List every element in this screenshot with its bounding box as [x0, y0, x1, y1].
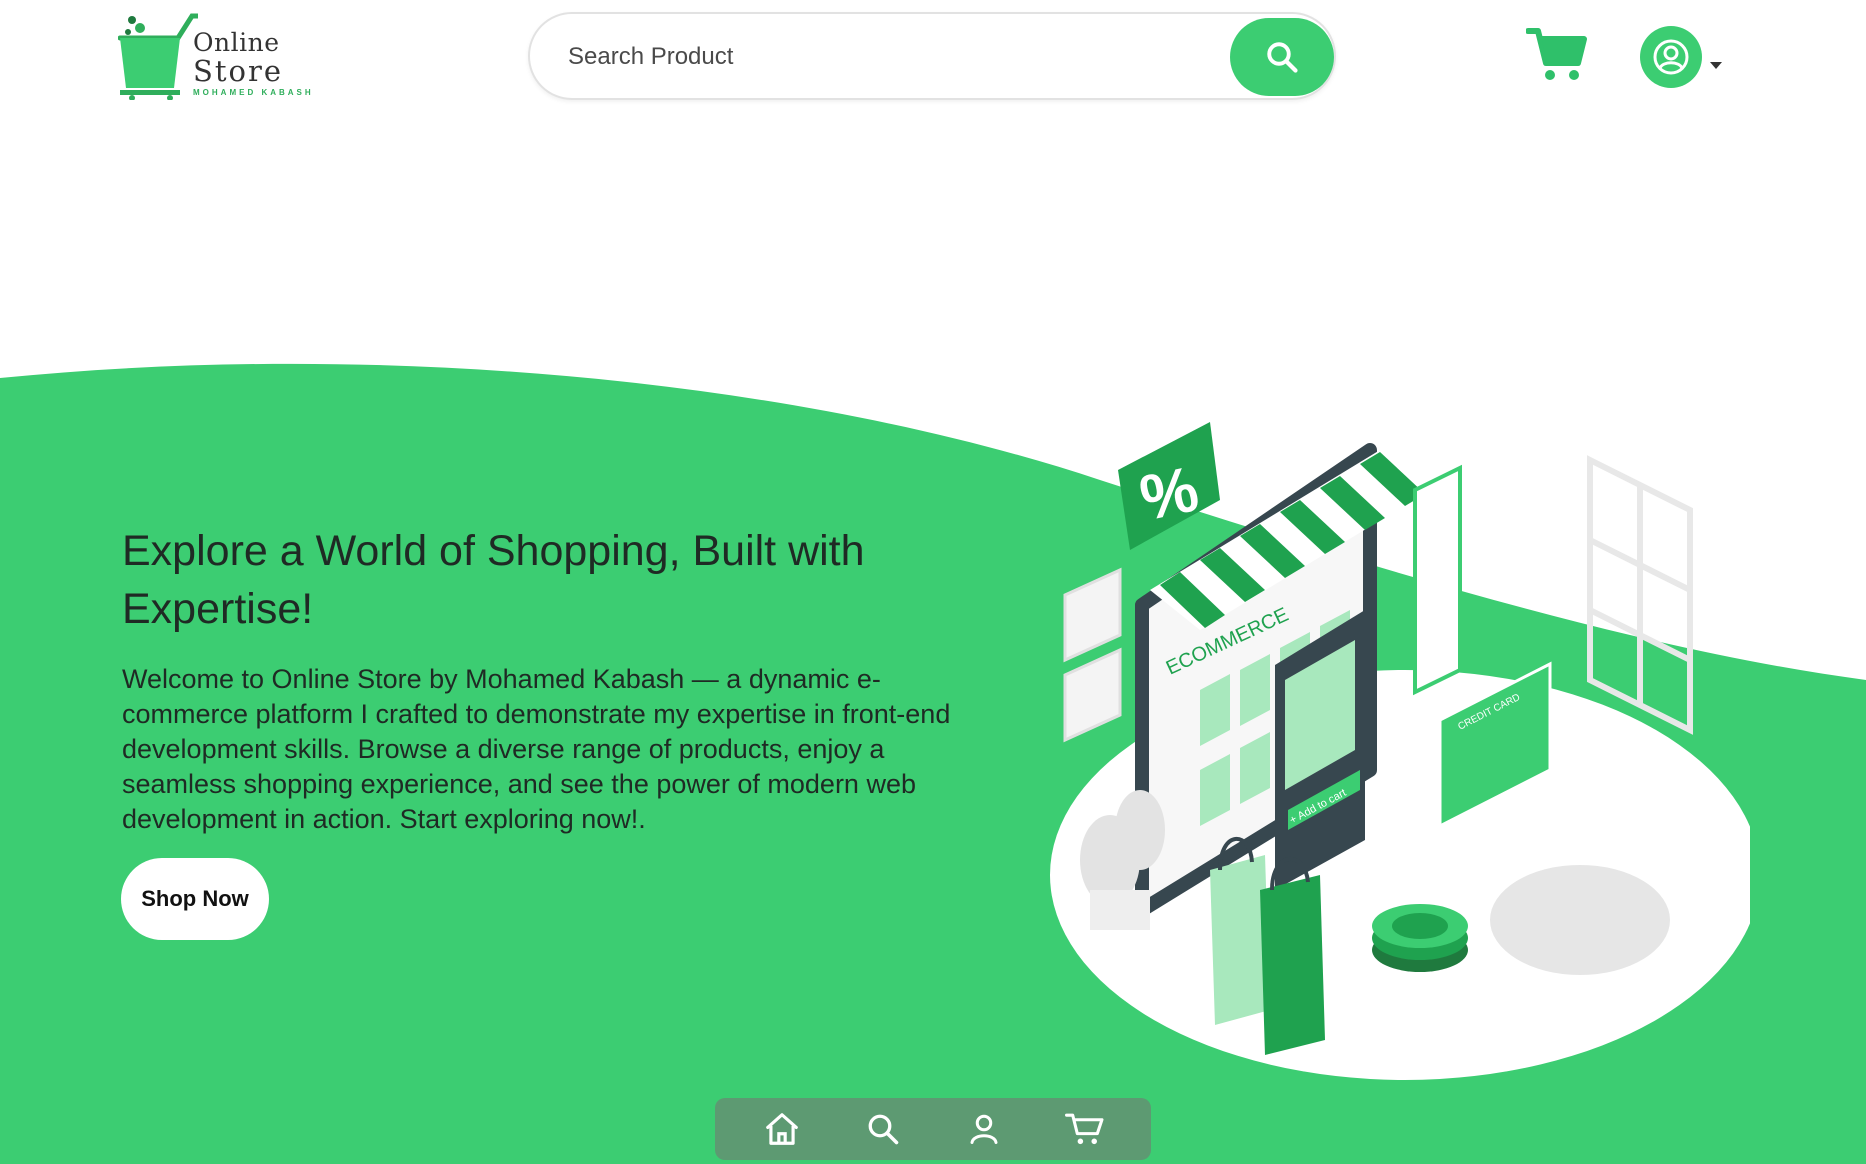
logo[interactable]: Online Store MOHAMED KABASH: [118, 10, 348, 105]
nav-profile[interactable]: [954, 1104, 1014, 1154]
search-icon: [1267, 42, 1298, 73]
user-circle-icon: [1640, 26, 1702, 88]
search-input[interactable]: [566, 36, 1210, 78]
hero-description: Welcome to Online Store by Mohamed Kabas…: [122, 664, 951, 834]
search-button[interactable]: [1230, 18, 1334, 96]
logo-text-store: Store: [193, 54, 284, 88]
ecommerce-illustration: % ECOMMERCE + Add to cart CREDIT CARD: [1050, 422, 1750, 1080]
hero-title: Explore a World of Shopping, Built with …: [122, 527, 865, 633]
search-bar: [528, 12, 1336, 100]
header-cart-button[interactable]: [1524, 24, 1590, 86]
bottom-nav: [715, 1098, 1151, 1160]
cart-icon: [1526, 28, 1587, 80]
search-icon: [868, 1114, 898, 1145]
nav-cart[interactable]: [1055, 1104, 1115, 1154]
logo-text-owner: MOHAMED KABASH: [193, 88, 314, 97]
logo-text-online: Online: [193, 28, 280, 57]
home-icon: [765, 1113, 798, 1145]
nav-search[interactable]: [853, 1104, 913, 1154]
shopping-cart-logo-icon: [118, 13, 198, 100]
shop-now-button[interactable]: Shop Now: [121, 858, 269, 940]
nav-home[interactable]: [752, 1104, 812, 1154]
caret-down-icon: [1710, 61, 1722, 69]
cart-icon: [1064, 1113, 1103, 1145]
user-menu-button[interactable]: [1640, 22, 1730, 92]
user-icon: [970, 1114, 997, 1144]
header: Online Store MOHAMED KABASH: [0, 0, 1866, 120]
